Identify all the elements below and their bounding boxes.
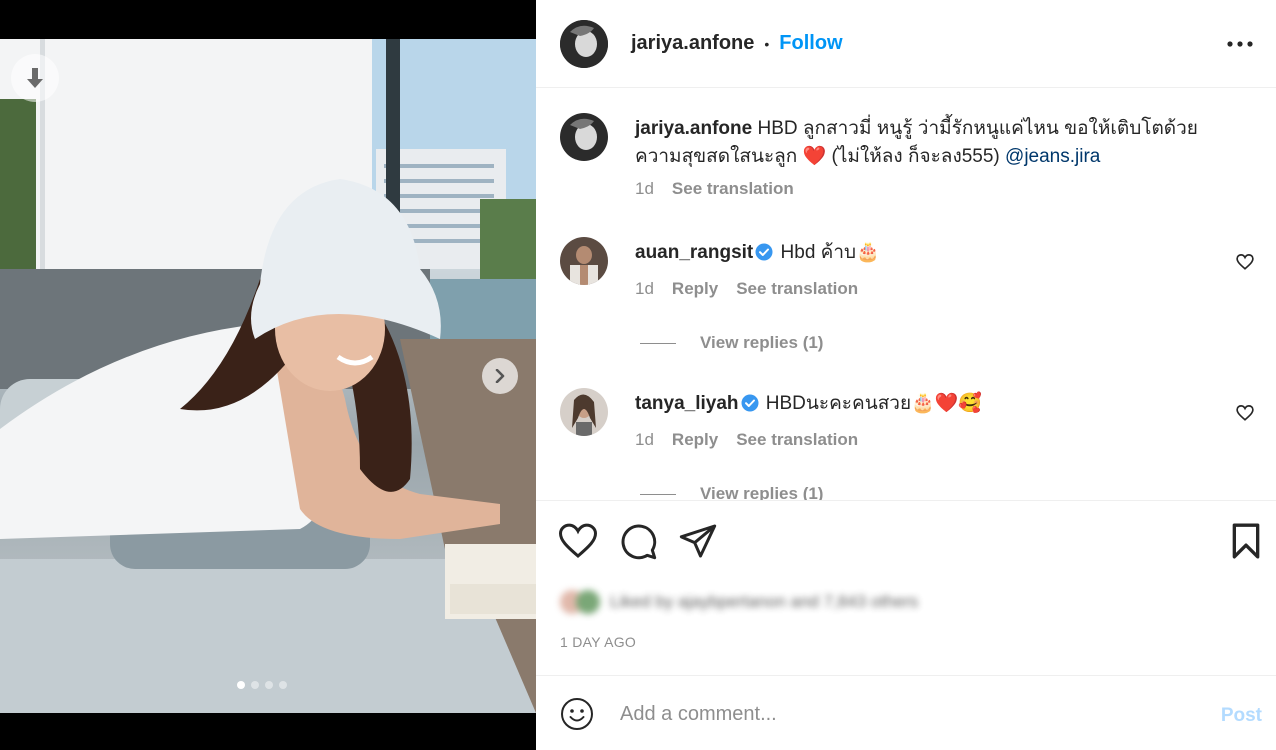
comment-input[interactable]: [620, 698, 1160, 730]
chevron-right-icon: [495, 369, 505, 383]
comment-item: auan_rangsit Hbd ค้าบ🎂 1d Reply See tran…: [560, 237, 1260, 357]
comment-text: tanya_liyah HBDนะคะคนสวย🎂❤️🥰: [635, 390, 1235, 418]
comment-body: HBDนะคะคนสวย🎂❤️🥰: [765, 393, 983, 414]
paper-plane-icon[interactable]: [678, 521, 718, 561]
caption-meta: 1d See translation: [635, 179, 794, 199]
comment-bubble-icon[interactable]: [618, 521, 658, 561]
replies-divider-line: [640, 493, 676, 495]
caption-body-part2: (ไม่ให้ลง ก็จะลง555): [831, 146, 1000, 167]
arrow-down-icon: [27, 68, 43, 88]
add-comment-bar: Post: [536, 675, 1276, 750]
carousel-dot: [279, 681, 287, 689]
emoji-icon[interactable]: [560, 697, 594, 731]
bookmark-icon[interactable]: [1226, 521, 1266, 561]
liker-avatar: [576, 590, 600, 614]
replies-divider-line: [640, 342, 676, 344]
carousel-indicator: [237, 681, 287, 689]
comment-text: auan_rangsit Hbd ค้าบ🎂: [635, 239, 1235, 267]
author-username[interactable]: jariya.anfone: [631, 32, 754, 55]
caption-username[interactable]: jariya.anfone: [635, 118, 752, 139]
caption: jariya.anfone HBD ลูกสาวมี่ หนูรู้ ว่ามี…: [560, 113, 1260, 233]
comment-time[interactable]: 1d: [635, 279, 654, 299]
view-replies-button[interactable]: View replies (1): [640, 484, 823, 500]
carousel-dot: [265, 681, 273, 689]
verified-badge-icon: [741, 394, 758, 412]
carousel-dot: [251, 681, 259, 689]
heart-outline-icon[interactable]: [558, 521, 598, 561]
comment-time[interactable]: 1d: [635, 430, 654, 450]
caption-mention[interactable]: @jeans.jira: [1005, 146, 1100, 167]
see-translation-button[interactable]: See translation: [736, 279, 858, 299]
download-button[interactable]: [11, 54, 59, 102]
caption-text: jariya.anfone HBD ลูกสาวมี่ หนูรู้ ว่ามี…: [635, 115, 1235, 171]
comment-meta: 1d Reply See translation: [635, 279, 858, 299]
more-options-button[interactable]: [1226, 30, 1254, 58]
comment-avatar[interactable]: [560, 388, 608, 436]
comments-list[interactable]: jariya.anfone HBD ลูกสาวมี่ หนูรู้ ว่ามี…: [536, 89, 1276, 500]
post-button[interactable]: Post: [1221, 705, 1262, 727]
caption-see-translation[interactable]: See translation: [672, 179, 794, 199]
comment-meta: 1d Reply See translation: [635, 430, 858, 450]
next-image-button[interactable]: [482, 358, 518, 394]
liked-by[interactable]: Liked by ajaybpertanon and 7,843 others: [560, 587, 918, 617]
caption-time[interactable]: 1d: [635, 179, 654, 199]
liked-by-text: Liked by ajaybpertanon and 7,843 others: [610, 592, 919, 611]
comment-avatar[interactable]: [560, 237, 608, 285]
action-bar: Liked by ajaybpertanon and 7,843 others …: [536, 500, 1276, 675]
view-replies-button[interactable]: View replies (1): [640, 333, 823, 353]
view-replies-label[interactable]: View replies (1): [700, 333, 823, 353]
heart-outline-icon[interactable]: [1236, 404, 1254, 422]
separator-dot: •: [764, 35, 770, 52]
view-replies-label[interactable]: View replies (1): [700, 484, 823, 500]
post-header: jariya.anfone • Follow: [536, 0, 1276, 88]
comment-username[interactable]: tanya_liyah: [635, 393, 739, 414]
see-translation-button[interactable]: See translation: [736, 430, 858, 450]
post-timestamp[interactable]: 1 DAY AGO: [560, 634, 636, 650]
follow-button[interactable]: Follow: [779, 32, 842, 55]
comment-item: tanya_liyah HBDนะคะคนสวย🎂❤️🥰 1d Reply Se…: [560, 388, 1260, 500]
verified-badge-icon: [755, 243, 773, 261]
reply-button[interactable]: Reply: [672, 430, 718, 450]
post-photo[interactable]: [0, 39, 536, 713]
post-panel: jariya.anfone • Follow jariya.anfone HBD…: [536, 0, 1276, 750]
caption-avatar[interactable]: [560, 113, 608, 161]
reply-button[interactable]: Reply: [672, 279, 718, 299]
comment-username[interactable]: auan_rangsit: [635, 242, 753, 263]
more-horizontal-icon: [1227, 41, 1253, 47]
heart-outline-icon[interactable]: [1236, 253, 1254, 271]
comment-body: Hbd ค้าบ🎂: [780, 242, 880, 263]
author-avatar[interactable]: [560, 19, 608, 68]
caption-emoji: ❤️: [802, 146, 827, 167]
carousel-dot-active: [237, 681, 245, 689]
media-panel: [0, 0, 536, 750]
